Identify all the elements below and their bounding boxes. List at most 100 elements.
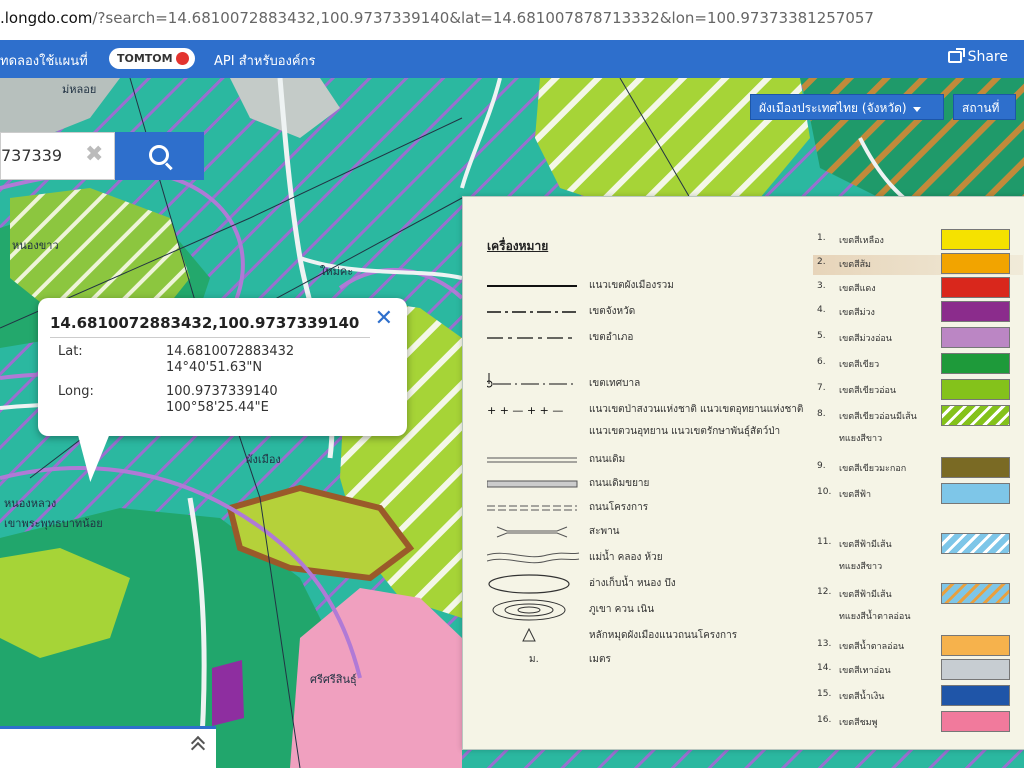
- zone-label: เขตสีม่วงอ่อน: [839, 334, 892, 344]
- svg-text:+ + — + + —: + + — + + —: [487, 404, 563, 417]
- zone-label: เขตสีฟ้า: [839, 490, 871, 500]
- legend-line-label: เขตเทศบาล: [589, 378, 641, 389]
- legend-line-item: ภูเขา ควน เนิน: [487, 599, 817, 621]
- zone-label: เขตสีน้ำเงิน: [839, 692, 885, 702]
- legend-line-label: แนวเขตป่าสงวนแห่งชาติ แนวเขตอุทยานแห่งชา…: [589, 404, 804, 415]
- zone-number: 13.: [817, 639, 832, 649]
- url-path: /?search=14.6810072883432,100.9737339140…: [92, 9, 874, 27]
- api-link[interactable]: API สำหรับองค์กร: [214, 50, 315, 71]
- close-icon[interactable]: ✕: [375, 308, 393, 330]
- legend-zone-item: 2. เขตสีส้ม: [817, 253, 1017, 275]
- reservoir-symbol: [488, 574, 570, 594]
- mountain-symbol: [492, 599, 566, 621]
- zone-number: 2.: [817, 257, 826, 267]
- places-label: สถานที่: [962, 101, 1000, 115]
- zone-label: เขตสีฟ้ามีเส้น: [839, 540, 892, 550]
- zone-swatch: [941, 379, 1010, 400]
- legend-line-item: ม. เมตร: [487, 649, 817, 671]
- legend-line-item: ถนนเดิมขยาย: [487, 473, 817, 495]
- zone-swatch: [941, 301, 1010, 322]
- lon-label: Long:: [58, 384, 94, 399]
- tomtom-badge[interactable]: TOMTOM: [109, 48, 195, 69]
- zone-label: เขตสีเขียว: [839, 360, 880, 370]
- legend-zone-item: 7. เขตสีเขียวอ่อน: [817, 379, 1017, 401]
- zone-swatch: [941, 685, 1010, 706]
- zone-label: เขตสีแดง: [839, 284, 876, 294]
- legend-line-item: แม่น้ำ คลอง ห้วย: [487, 547, 817, 569]
- legend-line-item: ถนนโครงการ: [487, 497, 817, 519]
- url-text[interactable]: .longdo.com/?search=14.6810072883432,100…: [0, 9, 874, 27]
- share-button[interactable]: Share: [947, 48, 1008, 65]
- zone-number: 9.: [817, 461, 826, 471]
- bottom-panel[interactable]: [0, 726, 216, 768]
- legend-zone-item: 4. เขตสีม่วง: [817, 301, 1017, 323]
- zone-number: 5.: [817, 331, 826, 341]
- river-symbol: [487, 552, 580, 564]
- map-label: หนองหลวง: [4, 497, 57, 510]
- solid-line-symbol: [487, 285, 577, 287]
- zone-swatch: [941, 533, 1010, 554]
- lat-label: Lat:: [58, 344, 83, 359]
- legend-line-item: ถนนเดิม: [487, 449, 817, 471]
- close-icon[interactable]: ✖: [85, 142, 103, 167]
- legend-zone-item: 12. เขตสีฟ้ามีเส้น ทแยงสีน้ำตาลอ่อน: [817, 583, 1017, 633]
- layer-selector-label: ผังเมืองประเทศไทย (จังหวัด): [759, 101, 907, 115]
- zone-swatch: [941, 277, 1010, 298]
- map-label: หนองขาว: [12, 239, 59, 252]
- layer-selector-button[interactable]: ผังเมืองประเทศไทย (จังหวัด): [750, 94, 944, 120]
- zone-sublabel: ทแยงสีขาว: [839, 562, 883, 572]
- zone-number: 6.: [817, 357, 826, 367]
- legend-line-item: เขตจังหวัด: [487, 301, 817, 323]
- zone-swatch: [941, 405, 1010, 426]
- search-button[interactable]: [115, 132, 204, 180]
- legend-zone-item: 8. เขตสีเขียวอ่อนมีเส้น ทแยงสีขาว: [817, 405, 1017, 455]
- zone-swatch: [941, 327, 1010, 348]
- district-line-symbol: [487, 337, 577, 339]
- url-host: .longdo.com: [0, 9, 93, 27]
- zone-sublabel: ทแยงสีน้ำตาลอ่อน: [839, 612, 911, 622]
- zone-number: 1.: [817, 233, 826, 243]
- municipal-line-symbol: [487, 373, 577, 388]
- road-project-symbol: [487, 505, 577, 511]
- legend-line-item: แนวเขตผังเมืองรวม: [487, 275, 817, 297]
- bridge-symbol: [496, 526, 568, 538]
- legend-line-label: ถนนเดิม: [589, 454, 626, 465]
- legend-line-label: ภูเขา ควน เนิน: [589, 604, 655, 615]
- legend-line-item: เขตเทศบาล: [487, 373, 817, 395]
- legend-line-label: เขตอำเภอ: [589, 332, 634, 343]
- search-input-value: 737339: [1, 146, 63, 165]
- zone-swatch: [941, 229, 1010, 250]
- legend-line-item: + + — + + — แนวเขตป่าสงวนแห่งชาติ แนวเขต…: [487, 399, 817, 421]
- zone-number: 3.: [817, 281, 826, 291]
- caret-down-icon: [912, 107, 921, 112]
- zone-swatch: [941, 483, 1010, 504]
- zone-swatch: [941, 635, 1010, 656]
- places-button[interactable]: สถานที่: [953, 94, 1016, 120]
- zone-number: 15.: [817, 689, 832, 699]
- legend-line-label: แม่น้ำ คลอง ห้วย: [589, 552, 663, 563]
- zone-label: เขตสีส้ม: [839, 260, 871, 270]
- lon-dms: 100°58'25.44"E: [166, 400, 269, 415]
- legend-line-mark: ม.: [529, 654, 539, 665]
- legend-line-item: อ่างเก็บน้ำ หนอง บึง: [487, 573, 817, 595]
- legend-line-label: อ่างเก็บน้ำ หนอง บึง: [589, 578, 676, 589]
- legend-line-label: เมตร: [589, 654, 611, 665]
- legend-line-label: หลักหมุดผังเมืองแนวถนนโครงการ: [589, 630, 738, 641]
- legend-heading: เครื่องหมาย: [487, 239, 549, 253]
- legend-zone-item: 6. เขตสีเขียว: [817, 353, 1017, 375]
- lat-decimal: 14.6810072883432: [166, 344, 295, 359]
- map-label: ผังเมือง: [246, 453, 281, 466]
- legend-zone-item: 13. เขตสีน้ำตาลอ่อน: [817, 635, 1017, 657]
- legend-line-label: แนวเขตผังเมืองรวม: [589, 280, 674, 291]
- legend-line-item: แนวเขตวนอุทยาน แนวเขตรักษาพันธุ์สัตว์ป่า: [487, 421, 817, 443]
- zone-label: เขตสีเหลือง: [839, 236, 884, 246]
- promo-text[interactable]: ทดลองใช้แผนที่: [0, 50, 88, 71]
- legend-line-item: สะพาน: [487, 521, 817, 543]
- zone-label: เขตสีเขียวอ่อนมีเส้น: [839, 412, 917, 422]
- zone-label: เขตสีเทาอ่อน: [839, 666, 891, 676]
- url-bar[interactable]: .longdo.com/?search=14.6810072883432,100…: [0, 0, 1024, 41]
- zone-number: 7.: [817, 383, 826, 393]
- zone-number: 16.: [817, 715, 832, 725]
- zone-label: เขตสีน้ำตาลอ่อน: [839, 642, 905, 652]
- road-widened-symbol: [487, 480, 578, 488]
